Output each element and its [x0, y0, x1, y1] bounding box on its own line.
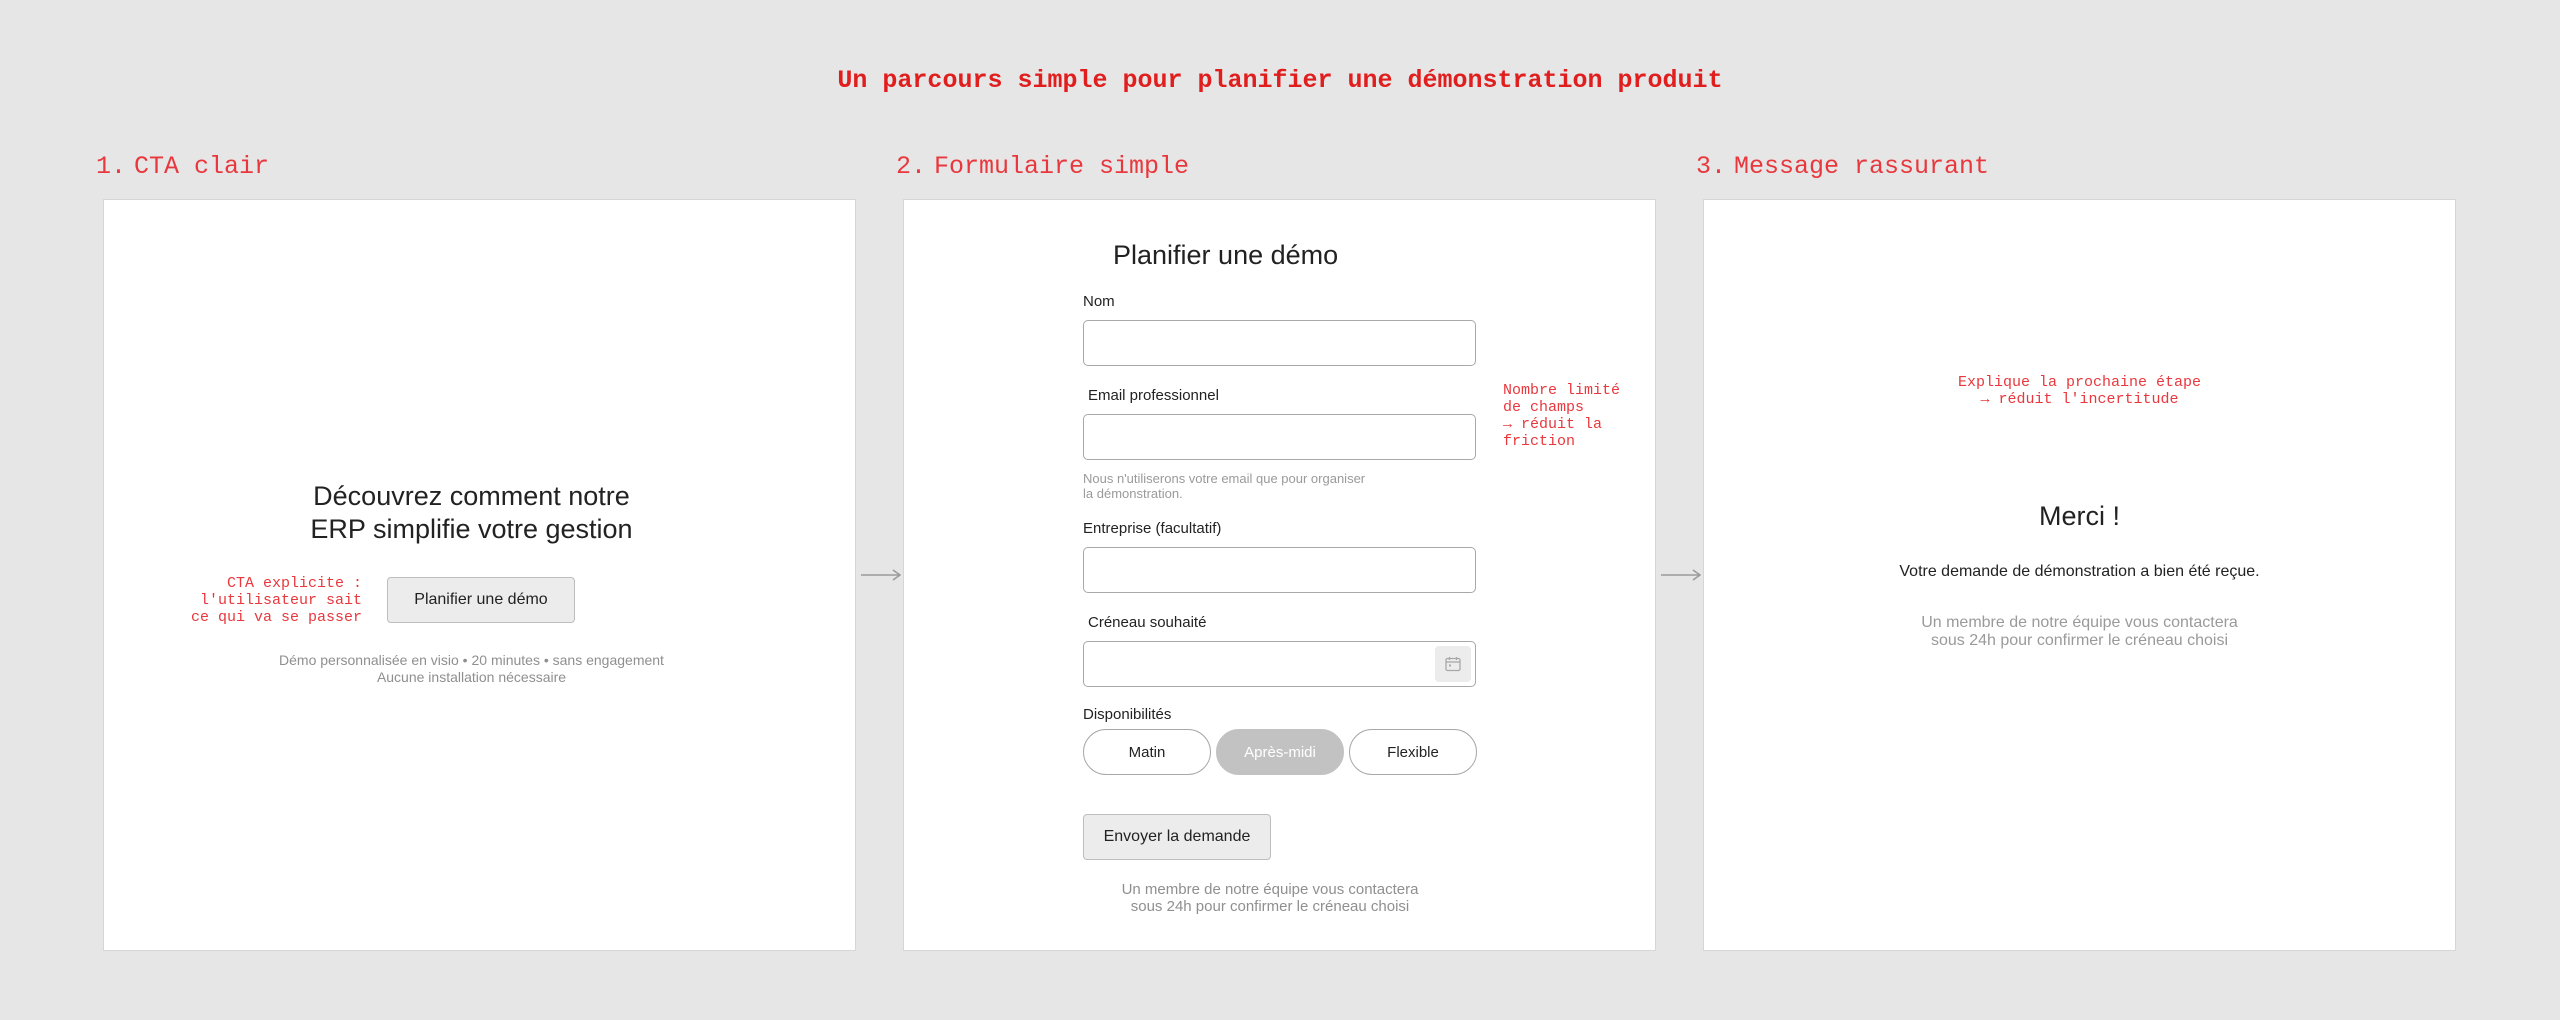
slot-label: Créneau souhaité: [1088, 614, 1207, 631]
form-title: Planifier une démo: [1113, 240, 1339, 270]
name-label: Nom: [1083, 293, 1115, 310]
annotation-line: de champs: [1503, 399, 1585, 416]
annotation-line: ce qui va se passer: [190, 609, 362, 626]
step-label: CTA clair: [134, 152, 270, 181]
availability-option-afternoon[interactable]: Après-midi: [1216, 729, 1344, 775]
form-footer-note: Un membre de notre équipe vous contacter…: [1083, 881, 1457, 915]
step-number: 3.: [1696, 152, 1727, 181]
availability-option-morning[interactable]: Matin: [1083, 729, 1211, 775]
slot-date-field[interactable]: [1083, 641, 1476, 687]
form-annotation: Nombre limité de champs → réduit la fric…: [1503, 382, 1620, 450]
name-field[interactable]: [1083, 320, 1476, 366]
footer-line: sous 24h pour confirmer le créneau chois…: [1130, 898, 1410, 915]
arrow-right-icon: [860, 565, 902, 585]
annotation-line: Nombre limité: [1503, 382, 1621, 399]
step-number: 2.: [896, 152, 927, 181]
annotation-line: CTA explicite :: [226, 575, 362, 592]
thanks-heading: Merci !: [2039, 501, 2120, 531]
arrow-right-icon: [1660, 565, 1702, 585]
plan-demo-button[interactable]: Planifier une démo: [387, 577, 575, 623]
company-field[interactable]: [1083, 547, 1476, 593]
submit-request-button[interactable]: Envoyer la demande: [1083, 814, 1271, 860]
hero-headline: Découvrez comment notre ERP simplifie vo…: [104, 480, 839, 546]
help-line: Nous n'utiliserons votre email que pour …: [1083, 471, 1366, 486]
panel-confirmation: Explique la prochaine étape → réduit l'i…: [1703, 199, 2456, 951]
details-line: Aucune installation nécessaire: [376, 669, 567, 685]
page-title: Un parcours simple pour planifier une dé…: [837, 66, 1723, 95]
step-number: 1.: [96, 152, 127, 181]
followup-message: Un membre de notre équipe vous contacter…: [1704, 614, 2455, 650]
annotation-line: Explique la prochaine étape: [1957, 374, 2202, 391]
details-line: Démo personnalisée en visio • 20 minutes…: [279, 652, 664, 668]
availability-option-flexible[interactable]: Flexible: [1349, 729, 1477, 775]
annotation-line: friction: [1503, 433, 1576, 450]
annotation-line: l'utilisateur sait: [199, 592, 362, 609]
confirmation-annotation: Explique la prochaine étape → réduit l'i…: [1704, 374, 2455, 408]
confirmation-message: Votre demande de démonstration a bien ét…: [1899, 563, 2260, 580]
headline-line: ERP simplifie votre gestion: [310, 514, 633, 544]
demo-details: Démo personnalisée en visio • 20 minutes…: [104, 652, 839, 686]
headline-line: Découvrez comment notre: [313, 481, 630, 511]
help-line: la démonstration.: [1083, 486, 1183, 501]
annotation-line: → réduit la: [1503, 416, 1603, 433]
followup-line: Un membre de notre équipe vous contacter…: [1921, 614, 2238, 631]
availability-label: Disponibilités: [1083, 706, 1172, 723]
step-title-1: 1. CTA clair: [96, 152, 269, 181]
step-label: Message rassurant: [1734, 152, 1990, 181]
email-help-text: Nous n'utiliserons votre email que pour …: [1083, 471, 1403, 501]
company-label: Entreprise (facultatif): [1083, 520, 1222, 537]
footer-line: Un membre de notre équipe vous contacter…: [1121, 881, 1419, 898]
followup-line: sous 24h pour confirmer le créneau chois…: [1930, 632, 2229, 649]
panel-cta: Découvrez comment notre ERP simplifie vo…: [103, 199, 856, 951]
email-label: Email professionnel: [1088, 387, 1219, 404]
step-title-2: 2. Formulaire simple: [896, 152, 1189, 181]
calendar-icon[interactable]: [1435, 646, 1471, 682]
step-label: Formulaire simple: [934, 152, 1190, 181]
annotation-line: → réduit l'incertitude: [1980, 391, 2179, 408]
email-field[interactable]: [1083, 414, 1476, 460]
panel-form: Planifier une démo Nom Email professionn…: [903, 199, 1656, 951]
step-title-3: 3. Message rassurant: [1696, 152, 1989, 181]
cta-annotation: CTA explicite : l'utilisateur sait ce qu…: [191, 575, 362, 626]
